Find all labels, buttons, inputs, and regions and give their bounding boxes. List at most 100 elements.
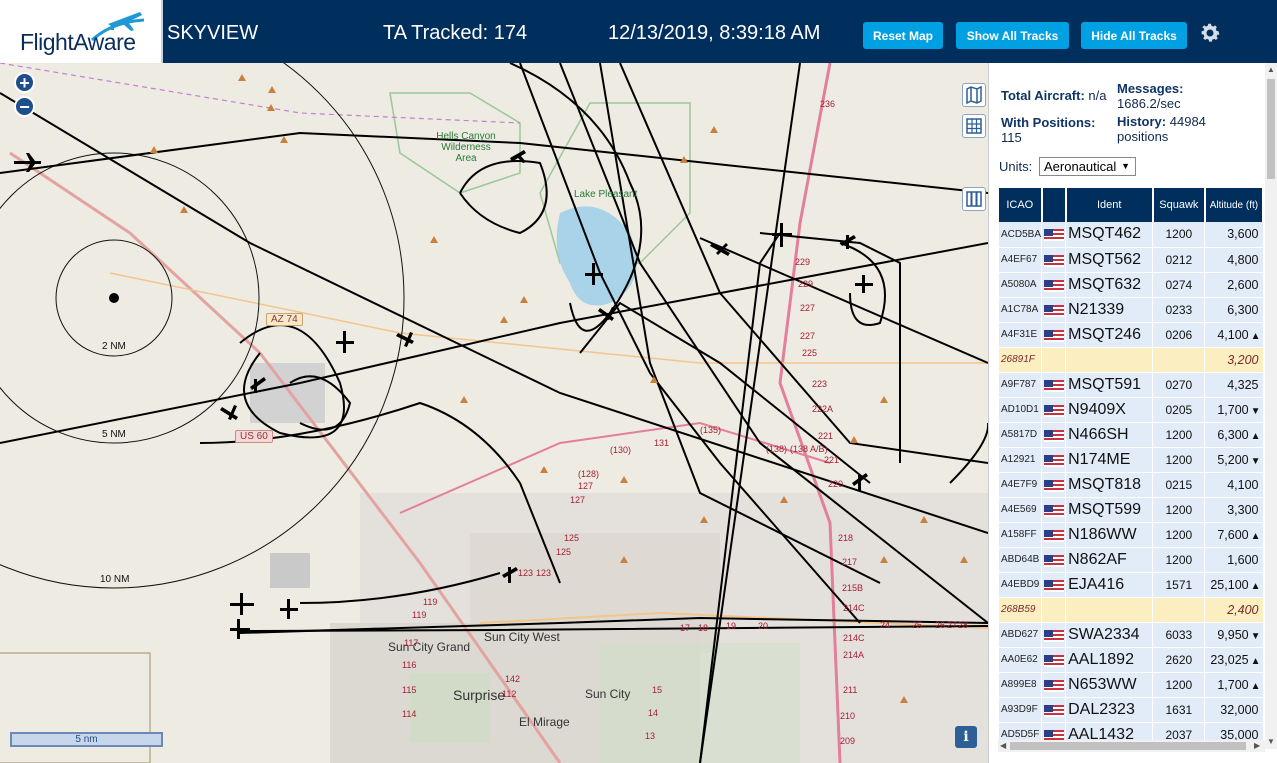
hells-canyon-label: Hells Canyon Wilderness Area bbox=[436, 131, 496, 164]
info-button[interactable]: i bbox=[955, 726, 977, 748]
altitude-value: 5,200 bbox=[1217, 452, 1249, 467]
altitude-cell: 4,100 bbox=[1204, 472, 1264, 498]
aircraft-row[interactable]: AA0E62 AAL1892 2620 23,025 ▲ bbox=[999, 647, 1264, 673]
gear-icon[interactable] bbox=[1198, 21, 1222, 45]
units-select[interactable]: Aeronautical ▼ bbox=[1039, 157, 1136, 176]
icao-cell: A4E7F9 bbox=[999, 472, 1043, 498]
columns-icon[interactable] bbox=[962, 187, 986, 211]
aircraft-row[interactable]: A4EBD9 EJA416 1571 25,100 ▲ bbox=[999, 572, 1264, 598]
range-ring-label-2nm: 2 NM bbox=[102, 341, 126, 352]
altitude-cell: 5,200 ▼ bbox=[1204, 447, 1264, 473]
icao-cell: AA0E62 bbox=[999, 647, 1043, 673]
altitude-trend-icon: ▲ bbox=[1250, 655, 1261, 667]
scroll-thumb[interactable] bbox=[1267, 79, 1275, 179]
zoom-in-button[interactable]: + bbox=[14, 72, 35, 93]
flag-cell bbox=[1041, 672, 1067, 698]
column-header-squawk[interactable]: Squawk bbox=[1152, 188, 1206, 222]
altitude-cell: 32,000 bbox=[1204, 697, 1264, 723]
flightaware-logo[interactable]: FlightAware bbox=[0, 0, 163, 63]
icao-cell: A158FF bbox=[999, 522, 1043, 548]
column-header-altitude[interactable]: Altitude (ft) bbox=[1204, 188, 1264, 222]
aircraft-row[interactable]: A158FF N186WW 1200 7,600 ▲ bbox=[999, 522, 1264, 548]
aircraft-row[interactable]: ABD64B N862AF 1200 1,600 bbox=[999, 547, 1264, 573]
ident-cell: N21339 bbox=[1065, 297, 1154, 323]
aircraft-row[interactable]: ACD5BA MSQT462 1200 3,600 bbox=[999, 222, 1264, 248]
road-number: 227 bbox=[800, 303, 816, 313]
ident-cell: AAL1892 bbox=[1065, 647, 1154, 673]
squawk-cell bbox=[1152, 597, 1206, 623]
reset-map-button[interactable]: Reset Map bbox=[863, 22, 943, 49]
us-flag-icon bbox=[1044, 229, 1065, 242]
column-header-ident[interactable]: Ident bbox=[1065, 188, 1154, 222]
history-stat: History: 44984 positions bbox=[1117, 114, 1237, 144]
aircraft-row[interactable]: A5080A MSQT632 0274 2,600 bbox=[999, 272, 1264, 298]
aircraft-row[interactable]: A5817D N466SH 1200 6,300 ▲ bbox=[999, 422, 1264, 448]
altitude-cell: 4,325 bbox=[1204, 372, 1264, 398]
road-number: 19 bbox=[726, 621, 737, 631]
map-canvas[interactable]: 2 NM 5 NM 10 NM AZ 74 US 60 Hells Canyon… bbox=[0, 63, 988, 763]
icao-cell: ABD627 bbox=[999, 622, 1043, 648]
column-header-icao[interactable]: ICAO bbox=[999, 188, 1043, 222]
us-flag-icon bbox=[1044, 404, 1065, 417]
column-header-flag[interactable] bbox=[1041, 188, 1067, 222]
aircraft-row[interactable]: A4F31E MSQT246 0206 4,100 ▲ bbox=[999, 322, 1264, 348]
altitude-cell: 7,600 ▲ bbox=[1204, 522, 1264, 548]
scroll-left-icon[interactable]: ◀ bbox=[1000, 741, 1006, 750]
ident-cell: N186WW bbox=[1065, 522, 1154, 548]
sidebar-vertical-scrollbar[interactable]: ▲ ▼ bbox=[1265, 63, 1277, 749]
scroll-right-icon[interactable]: ▶ bbox=[1254, 741, 1260, 750]
us-flag-icon bbox=[1044, 454, 1065, 467]
icao-cell: A1C78A bbox=[999, 297, 1043, 323]
scroll-thumb[interactable] bbox=[1010, 742, 1246, 750]
aircraft-row[interactable]: A1C78A N21339 0233 6,300 bbox=[999, 297, 1264, 323]
icao-cell: A899E8 bbox=[999, 672, 1043, 698]
zoom-out-button[interactable]: − bbox=[14, 96, 35, 117]
scroll-down-icon[interactable]: ▼ bbox=[1267, 737, 1275, 746]
with-positions-stat: With Positions: 115 bbox=[1001, 115, 1111, 145]
flag-cell bbox=[1041, 372, 1067, 398]
road-number: 119 bbox=[423, 597, 438, 607]
road-number: 13 bbox=[645, 731, 656, 741]
altitude-value: 4,100 bbox=[1217, 327, 1249, 342]
road-number: 15 bbox=[652, 685, 663, 695]
squawk-cell: 1200 bbox=[1152, 447, 1206, 473]
ident-cell: N174ME bbox=[1065, 447, 1154, 473]
icao-cell: A93D9F bbox=[999, 697, 1043, 723]
altitude-cell: 1,600 bbox=[1204, 547, 1264, 573]
range-ring-label-10nm: 10 NM bbox=[100, 574, 130, 585]
aircraft-row[interactable]: AD10D1 N9409X 0205 1,700 ▼ bbox=[999, 397, 1264, 423]
icao-cell: AD10D1 bbox=[999, 397, 1043, 423]
scroll-up-icon[interactable]: ▲ bbox=[1267, 65, 1275, 74]
road-number: 20 bbox=[758, 621, 769, 631]
aircraft-row[interactable]: 268B59 2,400 bbox=[999, 597, 1264, 623]
road-number: 221 bbox=[824, 455, 840, 465]
show-all-tracks-button[interactable]: Show All Tracks bbox=[956, 22, 1069, 49]
road-number: (138) bbox=[766, 444, 788, 454]
aircraft-row[interactable]: A93D9F DAL2323 1631 32,000 bbox=[999, 697, 1264, 723]
aircraft-row[interactable]: A899E8 N653WW 1200 1,700 ▲ bbox=[999, 672, 1264, 698]
aircraft-row[interactable]: 26891F 3,200 bbox=[999, 347, 1264, 373]
aircraft-row[interactable]: A4EF67 MSQT562 0212 4,800 bbox=[999, 247, 1264, 273]
us-flag-icon bbox=[1044, 254, 1065, 267]
us-flag-icon bbox=[1044, 379, 1065, 392]
altitude-cell: 6,300 bbox=[1204, 297, 1264, 323]
altitude-cell: 3,600 bbox=[1204, 222, 1264, 248]
road-number: 214C bbox=[843, 633, 865, 643]
squawk-cell: 1631 bbox=[1152, 697, 1206, 723]
app-name: SKYVIEW bbox=[167, 22, 259, 44]
squawk-cell: 0205 bbox=[1152, 397, 1206, 423]
altitude-cell: 2,600 bbox=[1204, 272, 1264, 298]
flag-cell bbox=[1041, 522, 1067, 548]
sidebar-horizontal-scrollbar[interactable]: ◀ ▶ bbox=[998, 740, 1265, 752]
squawk-cell: 1200 bbox=[1152, 522, 1206, 548]
layers-icon[interactable] bbox=[962, 83, 986, 107]
aircraft-row[interactable]: A9F787 MSQT591 0270 4,325 bbox=[999, 372, 1264, 398]
grid-icon[interactable] bbox=[962, 114, 986, 138]
aircraft-row[interactable]: A12921 N174ME 1200 5,200 ▼ bbox=[999, 447, 1264, 473]
aircraft-row[interactable]: A4E7F9 MSQT818 0215 4,100 bbox=[999, 472, 1264, 498]
aircraft-row[interactable]: A4E569 MSQT599 1200 3,300 bbox=[999, 497, 1264, 523]
hide-all-tracks-button[interactable]: Hide All Tracks bbox=[1081, 22, 1187, 49]
aircraft-row[interactable]: ABD627 SWA2334 6033 9,950 ▼ bbox=[999, 622, 1264, 648]
altitude-value: 1,700 bbox=[1217, 677, 1249, 692]
flag-cell bbox=[1041, 347, 1067, 373]
